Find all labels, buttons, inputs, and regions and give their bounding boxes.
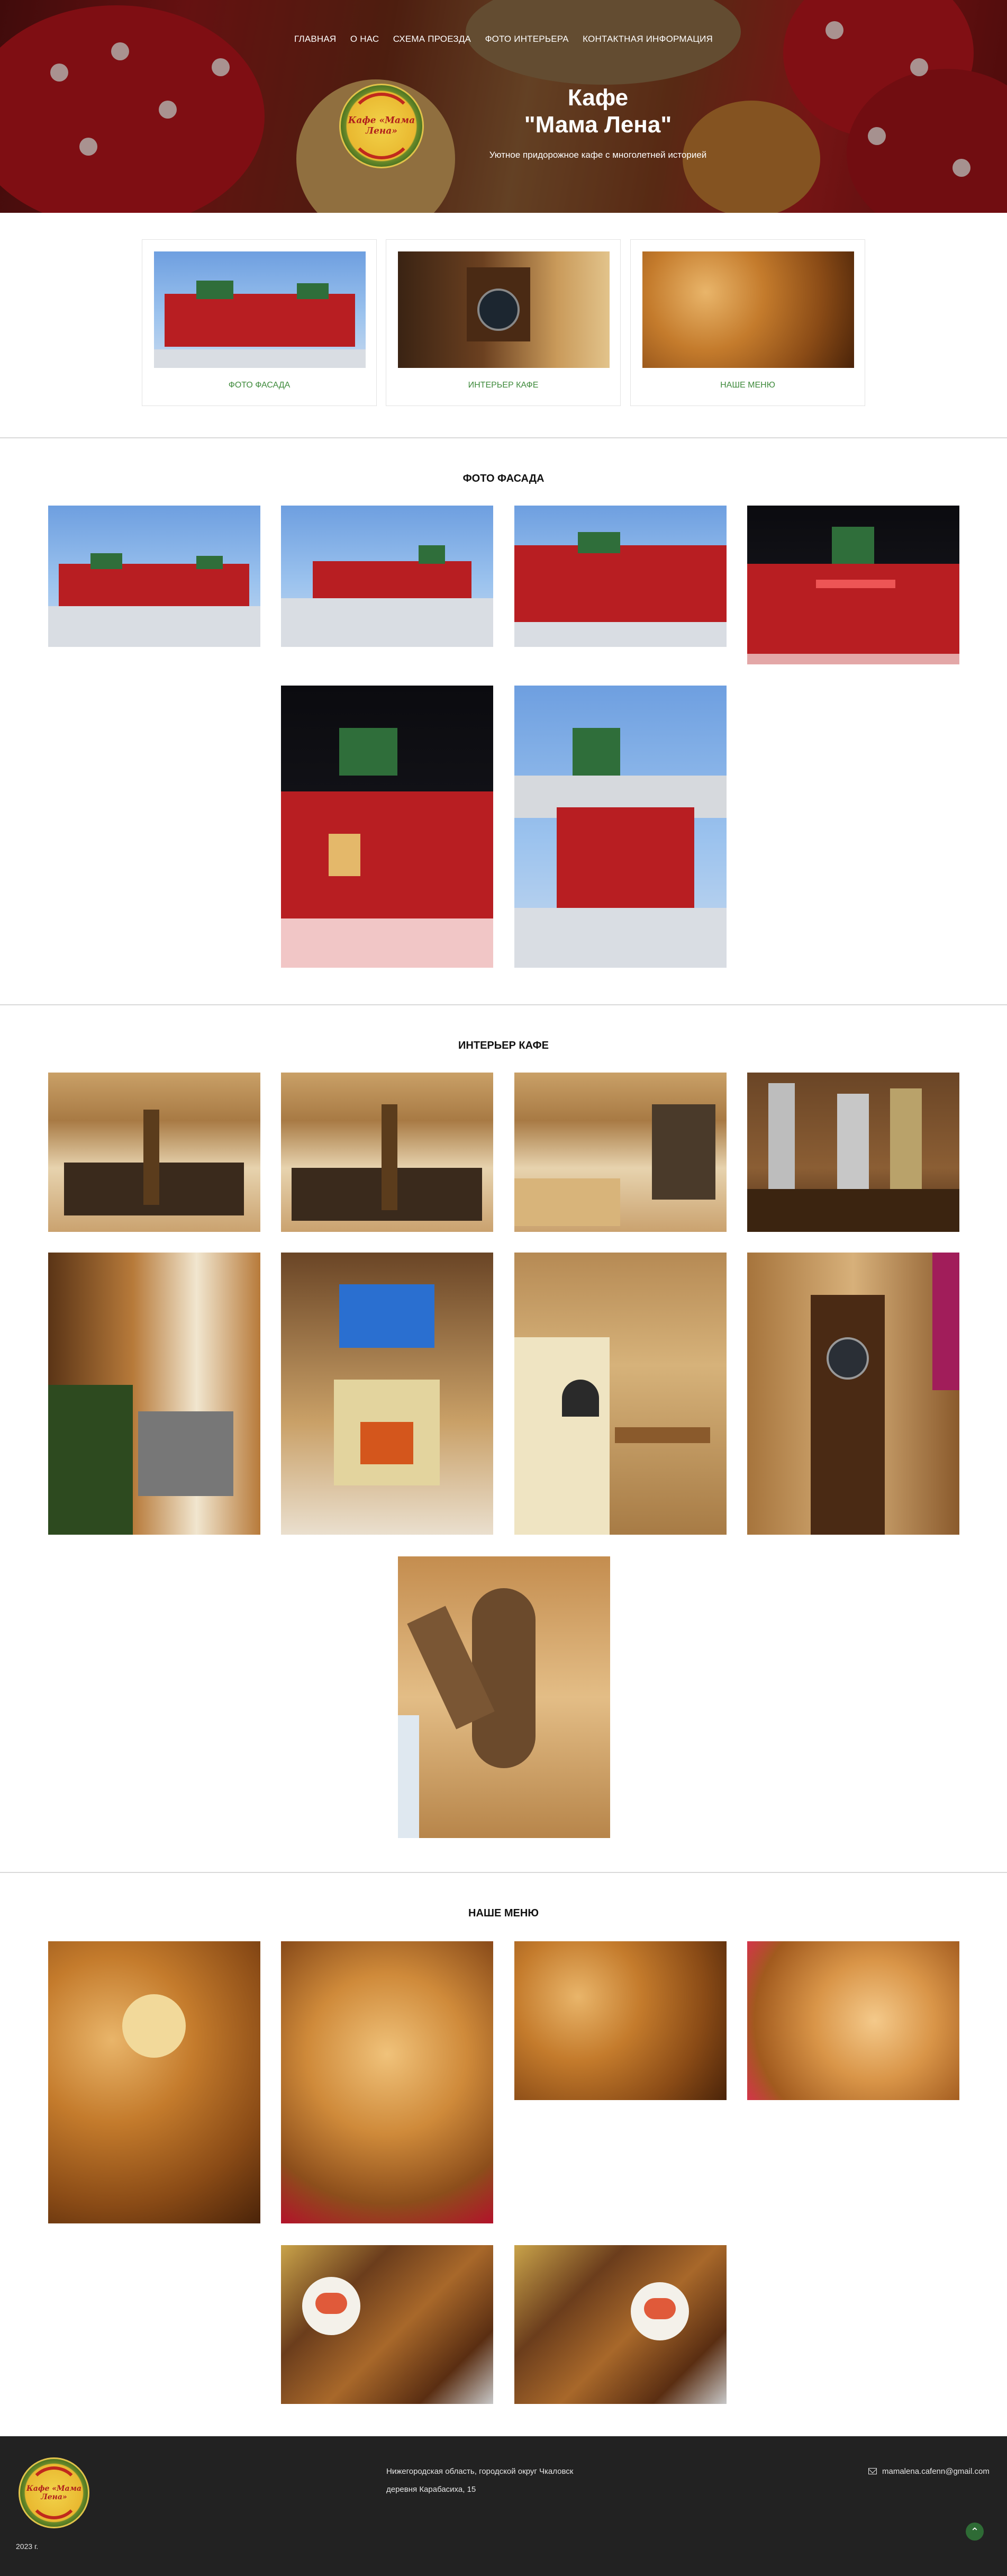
interior-photo[interactable] (747, 1073, 959, 1232)
card-interior-image (398, 251, 610, 368)
hero-title-line1: Кафе (567, 85, 629, 111)
logo-text: Кафе «Мама Лена» (348, 115, 415, 136)
footer: Кафе «Мама Лена» Нижегородская область, … (0, 2436, 1007, 2576)
card-menu-image (642, 251, 854, 368)
scroll-to-top-button[interactable]: ⌃ (966, 2523, 984, 2541)
footer-logo-text: Кафе «Мама Лена» (26, 2484, 81, 2501)
section-title-interior: ИНТЕРЬЕР КАФЕ (458, 1040, 549, 1051)
card-facade-label: ФОТО ФАСАДА (228, 381, 291, 390)
menu-photo[interactable] (281, 1941, 493, 2223)
interior-photo[interactable] (398, 1556, 610, 1838)
card-interior-label: ИНТЕРЬЕР КАФЕ (468, 381, 539, 390)
main-nav: ГЛАВНАЯ О НАС СХЕМА ПРОЕЗДА ФОТО ИНТЕРЬЕ… (0, 34, 1007, 44)
divider (0, 1004, 1007, 1005)
card-facade-image (154, 251, 366, 368)
divider (0, 1872, 1007, 1873)
facade-photo[interactable] (514, 506, 727, 647)
menu-photo[interactable] (48, 1941, 260, 2223)
nav-home[interactable]: ГЛАВНАЯ (294, 34, 336, 44)
section-title-facade: ФОТО ФАСАДА (462, 473, 545, 484)
section-title-menu: НАШЕ МЕНЮ (468, 1907, 539, 1919)
footer-year: 2023 г. (16, 2542, 39, 2551)
mail-icon (868, 2468, 877, 2474)
card-menu[interactable]: НАШЕ МЕНЮ (630, 239, 865, 406)
interior-photo[interactable] (747, 1253, 959, 1535)
chevron-up-icon: ⌃ (970, 2525, 979, 2538)
card-interior[interactable]: ИНТЕРЬЕР КАФЕ (386, 239, 621, 406)
facade-photo[interactable] (48, 506, 260, 647)
interior-photo[interactable] (514, 1073, 727, 1232)
card-menu-label: НАШЕ МЕНЮ (720, 381, 775, 390)
cafe-logo[interactable]: Кафе «Мама Лена» (339, 84, 424, 168)
facade-photo[interactable] (281, 686, 493, 968)
footer-email-link[interactable]: mamalena.cafenn@gmail.com (882, 2467, 990, 2476)
hero-title-line2: "Мама Лена" (524, 111, 672, 138)
hero-title: Кафе "Мама Лена" (429, 85, 767, 138)
nav-about[interactable]: О НАС (350, 34, 379, 44)
facade-photo[interactable] (747, 506, 959, 664)
footer-address-line1: Нижегородская область, городской округ Ч… (386, 2467, 574, 2476)
facade-photo[interactable] (281, 506, 493, 647)
card-facade[interactable]: ФОТО ФАСАДА (142, 239, 377, 406)
nav-route[interactable]: СХЕМА ПРОЕЗДА (393, 34, 471, 44)
divider (0, 437, 1007, 438)
menu-photo[interactable] (281, 2245, 493, 2404)
interior-photo[interactable] (48, 1073, 260, 1232)
interior-photo[interactable] (281, 1073, 493, 1232)
facade-photo[interactable] (514, 686, 727, 968)
nav-interior[interactable]: ФОТО ИНТЕРЬЕРА (485, 34, 569, 44)
hero-subtitle: Уютное придорожное кафе с многолетней ис… (489, 150, 707, 160)
interior-photo[interactable] (48, 1253, 260, 1535)
menu-photo[interactable] (514, 1941, 727, 2100)
interior-photo[interactable] (514, 1253, 727, 1535)
nav-contacts[interactable]: КОНТАКТНАЯ ИНФОРМАЦИЯ (583, 34, 713, 44)
menu-photo[interactable] (747, 1941, 959, 2100)
menu-photo[interactable] (514, 2245, 727, 2404)
footer-logo[interactable]: Кафе «Мама Лена» (19, 2457, 89, 2528)
footer-address-line2: деревня Карабасиха, 15 (386, 2485, 476, 2494)
interior-photo[interactable] (281, 1253, 493, 1535)
hero-banner: ГЛАВНАЯ О НАС СХЕМА ПРОЕЗДА ФОТО ИНТЕРЬЕ… (0, 0, 1007, 213)
